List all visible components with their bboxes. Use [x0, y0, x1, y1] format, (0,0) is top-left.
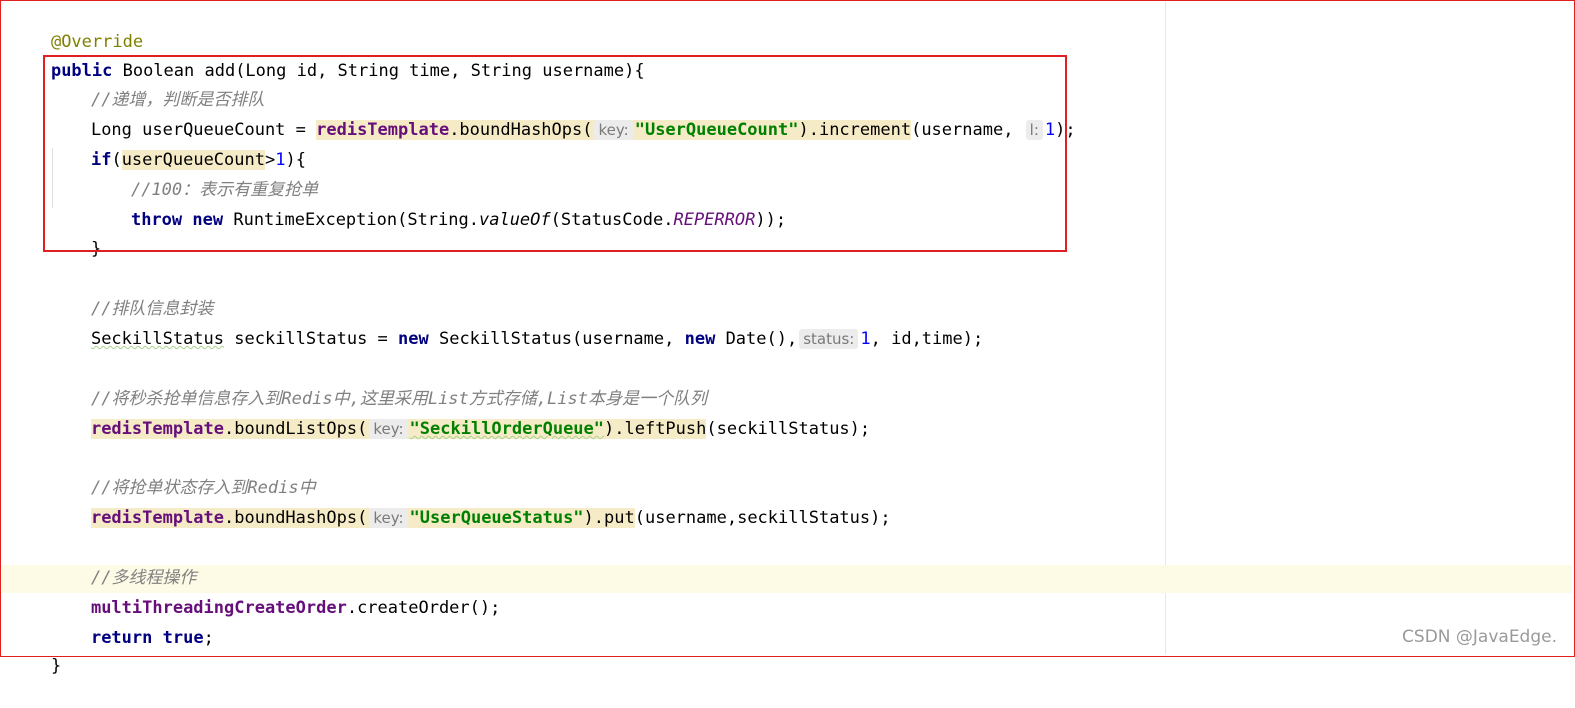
field-redis-template: redisTemplate	[90, 508, 225, 528]
number-literal: 1	[860, 329, 871, 349]
param-hint-status: status:	[799, 329, 859, 349]
field-redis-template: redisTemplate	[90, 419, 225, 439]
code-text: (username,seckillStatus);	[634, 508, 891, 528]
code-line-comment-state: //将抢单状态存入到Redis中	[50, 446, 316, 498]
annotation-red-box	[43, 55, 1067, 252]
code-text: SeckillStatus(username,	[428, 329, 685, 349]
string-literal: "UserQueueStatus"	[409, 508, 584, 528]
type-seckill-status: SeckillStatus	[90, 329, 225, 349]
code-line-return: return true;	[50, 596, 214, 648]
code-text: .boundHashOps(	[224, 508, 368, 528]
code-text: , id,time);	[870, 329, 984, 349]
code-line-comment-status: //排队信息封装	[50, 267, 213, 319]
code-line-list: redisTemplate.boundListOps(key: "SeckillO…	[50, 387, 870, 439]
code-text: .createOrder();	[346, 598, 501, 618]
code-line-comment-list: //将秒杀抢单信息存入到Redis中,这里采用List方式存储,List本身是一…	[50, 357, 707, 409]
code-line-thread: multiThreadingCreateOrder.createOrder();	[50, 566, 500, 618]
code-line-status: SeckillStatus seckillStatus = new Seckil…	[50, 297, 983, 349]
code-text: ).put	[583, 508, 635, 528]
watermark: CSDN @JavaEdge.	[1402, 627, 1557, 647]
close-brace: }	[50, 656, 62, 676]
keyword-return: return	[90, 628, 153, 648]
code-line-comment-thread: //多线程操作	[50, 536, 196, 588]
keyword-new: new	[684, 329, 716, 349]
code-text: ;	[203, 628, 214, 648]
right-margin-guide	[1165, 2, 1166, 654]
keyword-true: true	[162, 628, 204, 648]
param-hint-key: key:	[369, 508, 408, 528]
param-hint-key: key:	[369, 419, 408, 439]
code-text: seckillStatus =	[224, 329, 399, 349]
code-line-final-brace: }	[10, 624, 61, 676]
code-text: (seckillStatus);	[706, 419, 871, 439]
code-line-state: redisTemplate.boundHashOps(key: "UserQueu…	[50, 476, 891, 528]
string-literal: "SeckillOrderQueue"	[409, 419, 605, 439]
keyword-new: new	[398, 329, 429, 349]
code-text: ).leftPush	[604, 419, 707, 439]
usage-highlight: redisTemplate.boundHashOps(key: "UserQueu…	[90, 508, 635, 528]
usage-highlight: redisTemplate.boundListOps(key: "SeckillO…	[90, 419, 707, 439]
code-line-annotation: @Override	[10, 0, 143, 52]
code-text: .boundListOps(	[224, 419, 368, 439]
code-text: Date(),	[715, 329, 798, 349]
code-line-signature: public Boolean add(Long id, String time,…	[10, 29, 645, 81]
